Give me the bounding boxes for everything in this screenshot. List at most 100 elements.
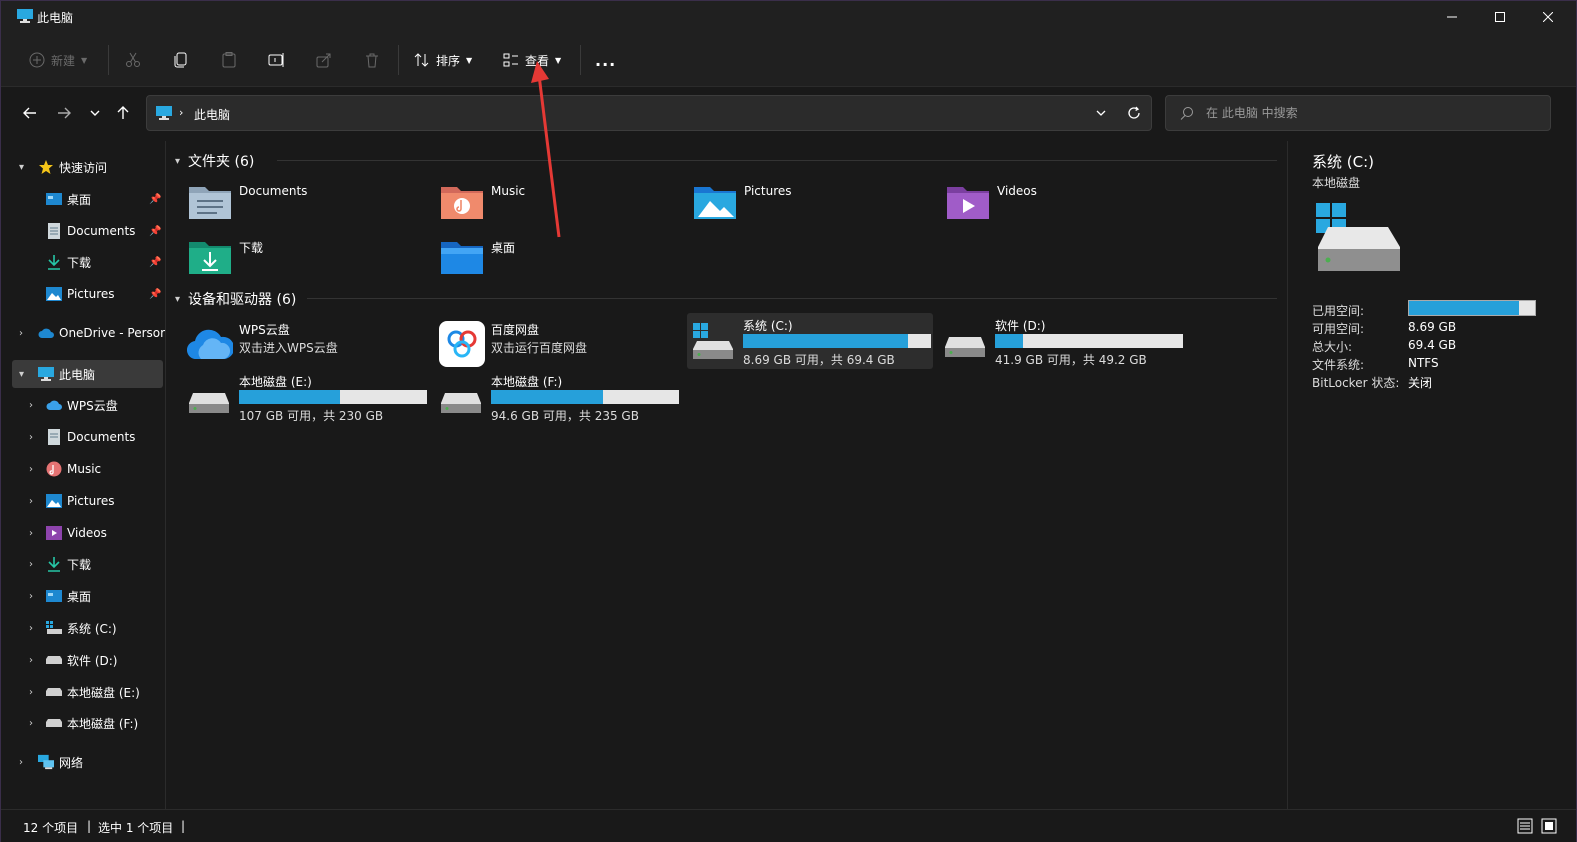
sidebar-item-videos[interactable]: › Videos	[1, 519, 166, 547]
sidebar-item-music[interactable]: › Music	[1, 455, 166, 483]
pin-icon: 📌	[149, 193, 162, 205]
sidebar-item-downloads[interactable]: 下载 📌	[1, 248, 166, 276]
system-drive-icon	[46, 620, 62, 636]
new-button[interactable]: 新建 ▼	[29, 45, 87, 75]
this-pc-icon	[17, 9, 33, 23]
folder-name: Pictures	[744, 184, 792, 198]
folder-item[interactable]: Videos	[945, 181, 1185, 231]
copy-button[interactable]	[173, 45, 189, 75]
address-bar[interactable]: › 此电脑	[146, 95, 1152, 131]
sidebar-item-wps-cloud[interactable]: › WPS云盘	[1, 391, 166, 419]
folder-item[interactable]: Documents	[187, 181, 427, 231]
sidebar-item-label: OneDrive - Persor	[59, 326, 166, 340]
drive-size: 107 GB 可用，共 230 GB	[239, 409, 384, 423]
sidebar-item-documents-pc[interactable]: › Documents	[1, 423, 166, 451]
sidebar-item-quick-access[interactable]: ▾ 快速访问	[1, 153, 166, 181]
sidebar-item-desktop-pc[interactable]: › 桌面	[1, 582, 166, 610]
search-input[interactable]	[1206, 104, 1536, 122]
sidebar-item-drive-e[interactable]: › 本地磁盘 (E:)	[1, 678, 166, 706]
minimize-button[interactable]	[1429, 1, 1475, 33]
folder-item[interactable]: 桌面	[439, 236, 679, 286]
chevron-right-icon[interactable]: ›	[29, 464, 33, 475]
folder-item[interactable]: Pictures	[692, 181, 932, 231]
chevron-right-icon[interactable]: ›	[29, 687, 33, 698]
sidebar-item-drive-f[interactable]: › 本地磁盘 (F:)	[1, 709, 166, 737]
pin-icon: 📌	[149, 256, 162, 268]
chevron-down-icon[interactable]: ▾	[19, 369, 24, 380]
delete-button[interactable]	[364, 45, 380, 75]
baidu-netdisk-item[interactable]: 百度网盘 双击运行百度网盘	[439, 317, 679, 373]
cut-button[interactable]	[125, 45, 141, 75]
chevron-right-icon[interactable]: ›	[29, 718, 33, 729]
folders-group-header[interactable]: ▾ 文件夹 (6)	[175, 151, 254, 171]
chevron-right-icon[interactable]: ›	[29, 528, 33, 539]
search-box[interactable]	[1165, 95, 1551, 131]
document-icon	[46, 429, 62, 445]
view-button[interactable]: 查看 ▼	[503, 45, 561, 75]
chevron-right-icon[interactable]: ›	[29, 496, 33, 507]
more-options-button[interactable]: ...	[595, 45, 616, 75]
chevron-down-icon[interactable]	[1095, 107, 1107, 119]
command-bar: 新建 ▼ 排序 ▼ 查看 ▼ ...	[1, 33, 1576, 87]
folder-name: Videos	[997, 184, 1037, 198]
devices-group-header[interactable]: ▾ 设备和驱动器 (6)	[175, 289, 296, 309]
wps-cloud-item[interactable]: WPS云盘 双击进入WPS云盘	[187, 317, 427, 373]
sidebar-item-label: Pictures	[67, 494, 115, 508]
folder-item[interactable]: Music	[439, 181, 679, 231]
file-explorer-window: 此电脑 新建 ▼ 排序 ▼ 查看 ▼ ... › 此电脑 在 此电脑 中搜索 ▾…	[0, 0, 1577, 842]
sidebar-item-desktop[interactable]: 桌面 📌	[1, 185, 166, 213]
chevron-right-icon[interactable]: ›	[29, 655, 33, 666]
details-view-icon[interactable]	[1517, 818, 1533, 834]
chevron-right-icon[interactable]: ›	[19, 757, 23, 768]
window-title: 此电脑	[37, 11, 74, 25]
chevron-down-icon	[90, 110, 100, 116]
desktop-icon	[46, 588, 62, 604]
sidebar-item-network[interactable]: › 网络	[1, 748, 166, 776]
sidebar-item-pictures-pc[interactable]: › Pictures	[1, 487, 166, 515]
drive-usage-fill	[239, 390, 340, 404]
sidebar-item-label: Documents	[67, 224, 136, 238]
recent-locations-button[interactable]	[84, 102, 106, 124]
folder-item[interactable]: 下载	[187, 236, 427, 286]
paste-button[interactable]	[221, 45, 237, 75]
sidebar-item-drive-c[interactable]: › 系统 (C:)	[1, 614, 166, 642]
sidebar-item-this-pc[interactable]: ▾ 此电脑	[12, 360, 163, 388]
folder-name: 桌面	[491, 241, 516, 255]
breadcrumb-this-pc[interactable]: 此电脑	[194, 106, 230, 123]
chevron-down-icon[interactable]: ▾	[175, 156, 180, 167]
sort-button[interactable]: 排序 ▼	[414, 45, 472, 75]
chevron-right-icon[interactable]: ›	[29, 591, 33, 602]
drive-item-f[interactable]: 本地磁盘 (F:) 94.6 GB 可用，共 235 GB	[435, 369, 681, 425]
chevron-right-icon[interactable]: ›	[29, 432, 33, 443]
drive-usage-fill	[995, 334, 1023, 348]
drive-item-c[interactable]: 系统 (C:) 8.69 GB 可用，共 69.4 GB	[687, 313, 933, 369]
refresh-icon[interactable]	[1127, 106, 1141, 120]
drive-item-d[interactable]: 软件 (D:) 41.9 GB 可用，共 49.2 GB	[939, 313, 1185, 369]
close-button[interactable]	[1525, 1, 1571, 33]
maximize-button[interactable]	[1477, 1, 1523, 33]
chevron-right-icon[interactable]: ›	[29, 559, 33, 570]
chevron-down-icon[interactable]: ▾	[175, 294, 180, 305]
navigation-bar: › 此电脑	[1, 88, 1576, 138]
folder-name: Documents	[239, 184, 308, 198]
details-title: 系统 (C:)	[1312, 153, 1374, 171]
sidebar-item-label: WPS云盘	[67, 398, 118, 413]
sidebar-item-downloads-pc[interactable]: › 下载	[1, 550, 166, 578]
large-icons-view-icon[interactable]	[1541, 818, 1557, 834]
chevron-right-icon[interactable]: ›	[29, 623, 33, 634]
up-button[interactable]	[112, 102, 134, 124]
chevron-right-icon[interactable]: ›	[29, 400, 33, 411]
sidebar-item-documents[interactable]: Documents 📌	[1, 217, 166, 245]
sidebar-item-pictures[interactable]: Pictures 📌	[1, 280, 166, 308]
rename-button[interactable]	[268, 45, 286, 75]
share-button[interactable]	[316, 45, 332, 75]
chevron-right-icon[interactable]: ›	[19, 328, 23, 339]
forward-button[interactable]	[53, 102, 75, 124]
back-button[interactable]	[19, 102, 41, 124]
chevron-down-icon[interactable]: ▾	[19, 162, 24, 173]
minimize-icon	[1447, 16, 1457, 18]
drive-item-e[interactable]: 本地磁盘 (E:) 107 GB 可用，共 230 GB	[183, 369, 429, 425]
sidebar-item-onedrive[interactable]: › OneDrive - Persor	[1, 319, 166, 347]
sidebar-item-drive-d[interactable]: › 软件 (D:)	[1, 646, 166, 674]
new-label: 新建	[51, 53, 76, 68]
